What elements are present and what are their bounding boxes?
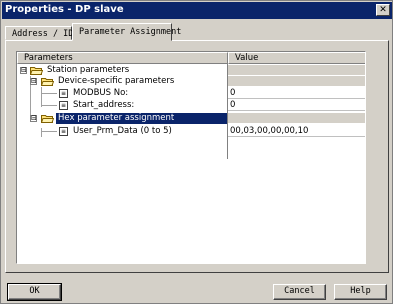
collapse-icon[interactable]: ⊟ — [20, 67, 27, 74]
window-title: Properties - DP slave — [5, 4, 124, 15]
tree-row-label: User_Prm_Data (0 to 5) — [73, 126, 172, 136]
value-cell — [228, 113, 365, 124]
parameter-icon: ≡ — [59, 127, 68, 136]
open-folder-icon — [30, 67, 43, 75]
tree-row-hex-parameter-assignment[interactable]: ⊟ Hex parameter assignment — [17, 113, 365, 124]
tree-row-modbus-no[interactable]: ≡ MODBUS No: 0 — [17, 88, 365, 99]
parameter-icon: ≡ — [59, 89, 68, 98]
column-header-value[interactable]: Value — [228, 52, 365, 64]
help-button[interactable]: Help — [334, 284, 387, 300]
tab-address-id-label: Address / ID — [12, 29, 74, 39]
ok-button[interactable]: OK — [7, 283, 62, 301]
tree-row-label: Start_address: — [73, 100, 135, 110]
grid-header: Parameters Value — [17, 52, 365, 64]
tab-parameter-assignment[interactable]: Parameter Assignment — [72, 23, 181, 41]
value-cell[interactable]: 0 — [228, 88, 365, 99]
parameter-grid: Parameters Value ⊟ Station parameters ⊟ … — [16, 51, 366, 264]
tree-line — [42, 105, 57, 106]
cancel-button[interactable]: Cancel — [273, 284, 326, 300]
tree-row-label: Device-specific parameters — [58, 76, 175, 86]
title-bar[interactable]: Properties - DP slave ✕ — [2, 2, 392, 19]
value-cell — [228, 76, 365, 87]
tree-row-label: MODBUS No: — [73, 88, 129, 98]
tree-row-station-parameters[interactable]: ⊟ Station parameters — [17, 65, 365, 76]
tree-row-device-specific[interactable]: ⊟ Device-specific parameters — [17, 76, 365, 87]
tree-row-user-prm-data[interactable]: ≡ User_Prm_Data (0 to 5) 00,03,00,00,00,… — [17, 126, 365, 137]
tab-parameter-assignment-label: Parameter Assignment — [79, 27, 182, 37]
tree-row-start-address[interactable]: ≡ Start_address: 0 — [17, 100, 365, 111]
tree-line — [42, 131, 57, 132]
value-cell[interactable]: 0 — [228, 100, 365, 111]
collapse-icon[interactable]: ⊟ — [30, 115, 37, 122]
parameter-icon: ≡ — [59, 101, 68, 110]
collapse-icon[interactable]: ⊟ — [30, 78, 37, 85]
tree-row-label: Station parameters — [47, 65, 130, 75]
open-folder-icon — [41, 115, 54, 123]
value-cell[interactable]: 00,03,00,00,00,10 — [228, 126, 365, 137]
properties-dialog: Properties - DP slave ✕ Address / ID Par… — [0, 0, 393, 304]
column-header-parameters[interactable]: Parameters — [17, 52, 228, 64]
tab-address-id[interactable]: Address / ID — [5, 26, 74, 40]
value-cell — [228, 65, 365, 76]
tree-line — [42, 93, 57, 94]
close-button[interactable]: ✕ — [376, 4, 390, 16]
tree-row-label: Hex parameter assignment — [56, 113, 227, 124]
open-folder-icon — [41, 78, 54, 86]
